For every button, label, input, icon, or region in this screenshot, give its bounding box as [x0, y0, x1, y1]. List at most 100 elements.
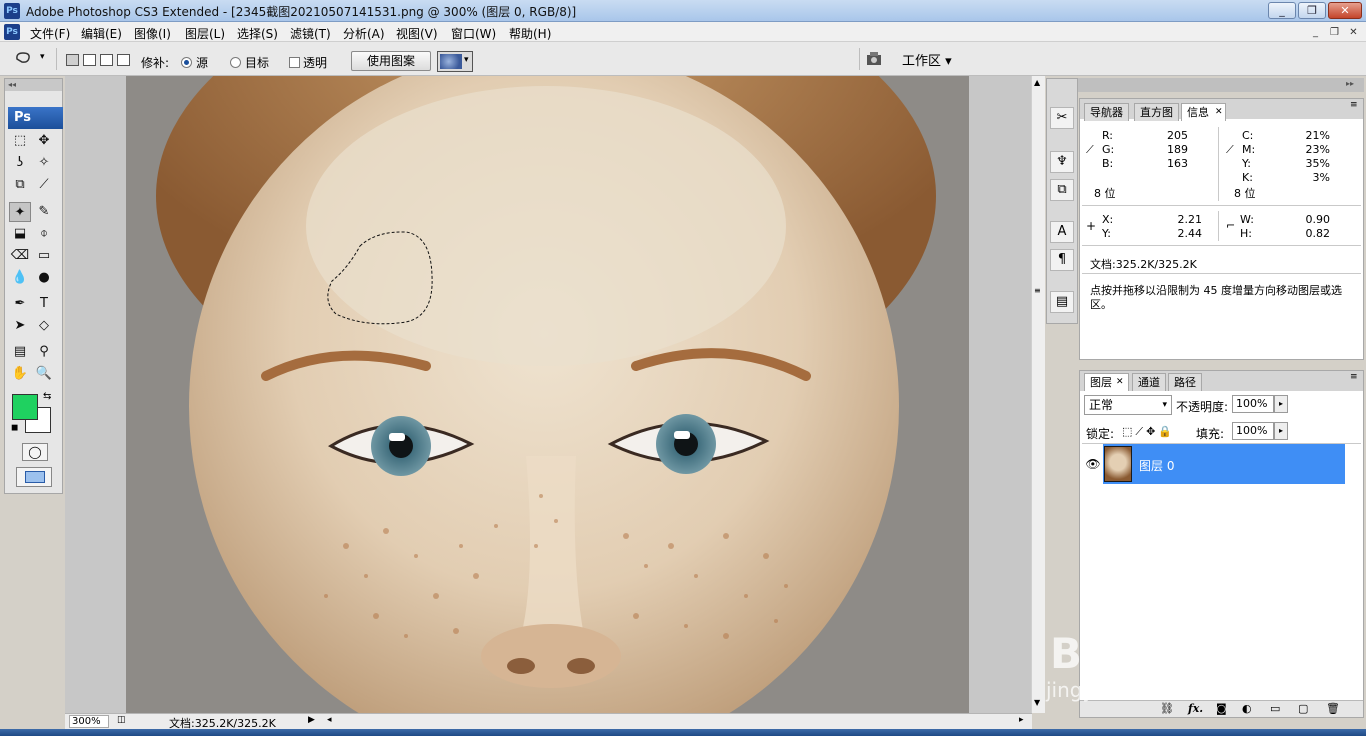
lasso-tool-icon[interactable]: ʖ	[9, 153, 31, 173]
screen-mode-icon[interactable]	[16, 467, 52, 487]
default-colors-icon[interactable]: ◼	[11, 423, 18, 433]
adjustment-icon[interactable]: ◐	[1242, 702, 1252, 715]
scroll-down-icon[interactable]: ▼	[1034, 698, 1040, 707]
menu-image[interactable]: 图像(I)	[130, 24, 175, 43]
toolbox-grip[interactable]: ◂◂	[5, 79, 62, 91]
photoshop-app-icon[interactable]: Ps	[4, 3, 20, 19]
toolbox-ps-logo[interactable]: Ps	[8, 107, 63, 129]
menu-help[interactable]: 帮助(H)	[505, 24, 555, 43]
ps-menu-icon[interactable]: Ps	[4, 24, 20, 40]
tab-channels[interactable]: 通道	[1132, 373, 1166, 391]
bridge-icon[interactable]	[866, 51, 886, 67]
patch-tool-icon[interactable]: ✦	[9, 202, 31, 222]
scroll-grip-icon[interactable]: ≡	[1034, 286, 1041, 295]
menu-window[interactable]: 窗口(W)	[447, 24, 500, 43]
status-menu-icon[interactable]: ▶	[308, 715, 315, 725]
menu-edit[interactable]: 编辑(E)	[77, 24, 126, 43]
scroll-up-icon[interactable]: ▲	[1034, 78, 1040, 87]
fill-slider-icon[interactable]: ▸	[1274, 422, 1288, 440]
lock-icons[interactable]: ⬚⟋✥🔒	[1122, 425, 1175, 439]
hscroll-left-icon[interactable]: ◂	[327, 715, 332, 725]
subtract-selection-icon[interactable]	[100, 54, 113, 66]
path-selection-tool-icon[interactable]: ➤	[9, 316, 31, 336]
blur-tool-icon[interactable]: 💧	[9, 268, 31, 288]
trash-icon[interactable]: 🗑	[1326, 702, 1340, 715]
link-icon[interactable]: ⛓	[1160, 702, 1174, 715]
mask-icon[interactable]: ◙	[1216, 702, 1227, 715]
new-selection-icon[interactable]	[66, 54, 79, 66]
move-tool-icon[interactable]: ✥	[33, 131, 55, 151]
paragraph-icon[interactable]: ¶	[1050, 249, 1074, 271]
tools-preset-icon[interactable]: ✂	[1050, 107, 1074, 129]
fill-input[interactable]: 100%	[1232, 422, 1274, 440]
panel-menu-icon[interactable]: ≡	[1350, 372, 1358, 382]
layer-row[interactable]: 👁 图层 0	[1083, 444, 1345, 484]
close-tab-icon[interactable]: ✕	[1215, 107, 1223, 117]
opacity-slider-icon[interactable]: ▸	[1274, 395, 1288, 413]
tab-navigator[interactable]: 导航器	[1084, 103, 1129, 121]
menu-analysis[interactable]: 分析(A)	[339, 24, 389, 43]
menu-filter[interactable]: 滤镜(T)	[286, 24, 335, 43]
intersect-selection-icon[interactable]	[117, 54, 130, 66]
clone-source-icon[interactable]: ⧉	[1050, 179, 1074, 201]
document-canvas[interactable]	[126, 76, 969, 713]
expand-dock-icon[interactable]: ▸▸	[1346, 79, 1354, 88]
close-button[interactable]: ✕	[1328, 2, 1362, 19]
marquee-tool-icon[interactable]: ⬚	[9, 131, 31, 151]
eye-visibility-icon[interactable]: 👁	[1083, 444, 1103, 484]
eyedropper-tool-icon[interactable]: ⚲	[33, 342, 55, 362]
eraser-tool-icon[interactable]: ⌫	[9, 246, 31, 266]
gradient-tool-icon[interactable]: ▭	[33, 246, 55, 266]
new-layer-icon[interactable]: ▢	[1298, 702, 1308, 715]
tab-histogram[interactable]: 直方图	[1134, 103, 1179, 121]
quick-mask-icon[interactable]: ◯	[22, 443, 48, 461]
history-brush-tool-icon[interactable]: ⌽	[33, 224, 55, 244]
panel-dock-header[interactable]: ◂◂ ▸▸	[1046, 78, 1364, 92]
brushes-icon[interactable]: ♆	[1050, 151, 1074, 173]
layer-comps-icon[interactable]: ▤	[1050, 291, 1074, 313]
dodge-tool-icon[interactable]: ●	[33, 268, 55, 288]
brush-tool-icon[interactable]: ✎	[33, 202, 55, 222]
pen-tool-icon[interactable]: ✒	[9, 294, 31, 314]
minimize-button[interactable]: _	[1268, 2, 1296, 19]
use-pattern-button[interactable]: 使用图案	[351, 51, 431, 71]
doc-minimize-button[interactable]: _	[1307, 25, 1324, 39]
slice-tool-icon[interactable]: ⟋	[33, 175, 55, 195]
blend-mode-select[interactable]: 正常 ▾	[1084, 395, 1172, 415]
menu-layer[interactable]: 图层(L)	[181, 24, 229, 43]
pattern-picker[interactable]: ▾	[437, 51, 473, 72]
hscroll-right-icon[interactable]: ▸	[1019, 715, 1024, 725]
magic-wand-tool-icon[interactable]: ✧	[33, 153, 55, 173]
opacity-input[interactable]: 100%	[1232, 395, 1274, 413]
group-icon[interactable]: ▭	[1270, 702, 1280, 715]
type-tool-icon[interactable]: T	[33, 294, 55, 314]
hand-tool-icon[interactable]: ✋	[9, 364, 31, 384]
maximize-button[interactable]: ❐	[1298, 2, 1326, 19]
menu-select[interactable]: 选择(S)	[233, 24, 282, 43]
menu-file[interactable]: 文件(F)	[26, 24, 74, 43]
workspace-menu[interactable]: 工作区 ▾	[902, 50, 952, 69]
notes-tool-icon[interactable]: ▤	[9, 342, 31, 362]
fx-icon[interactable]: fx.	[1188, 702, 1203, 715]
zoom-field[interactable]: 300%	[69, 715, 109, 728]
doc-restore-button[interactable]: ❐	[1326, 25, 1343, 39]
zoom-tool-icon[interactable]: 🔍	[33, 364, 55, 384]
source-radio[interactable]	[181, 57, 192, 68]
clone-stamp-tool-icon[interactable]: ⬓	[9, 224, 31, 244]
panel-menu-icon[interactable]: ≡	[1350, 100, 1358, 110]
character-icon[interactable]: A	[1050, 221, 1074, 243]
close-tab-icon[interactable]: ✕	[1116, 377, 1124, 387]
tab-paths[interactable]: 路径	[1168, 373, 1202, 391]
transparent-checkbox[interactable]	[289, 57, 300, 68]
doc-close-button[interactable]: ✕	[1345, 25, 1362, 39]
menu-view[interactable]: 视图(V)	[392, 24, 442, 43]
crop-tool-icon[interactable]: ⧉	[9, 175, 31, 195]
swap-colors-icon[interactable]: ⇆	[43, 391, 51, 402]
patch-tool-preset-icon[interactable]	[14, 50, 38, 68]
shape-tool-icon[interactable]: ◇	[33, 316, 55, 336]
preset-dropdown-icon[interactable]: ▾	[40, 52, 45, 62]
status-icon[interactable]: ◫	[117, 715, 126, 725]
target-radio[interactable]	[230, 57, 241, 68]
add-selection-icon[interactable]	[83, 54, 96, 66]
foreground-color-swatch[interactable]	[12, 394, 38, 420]
